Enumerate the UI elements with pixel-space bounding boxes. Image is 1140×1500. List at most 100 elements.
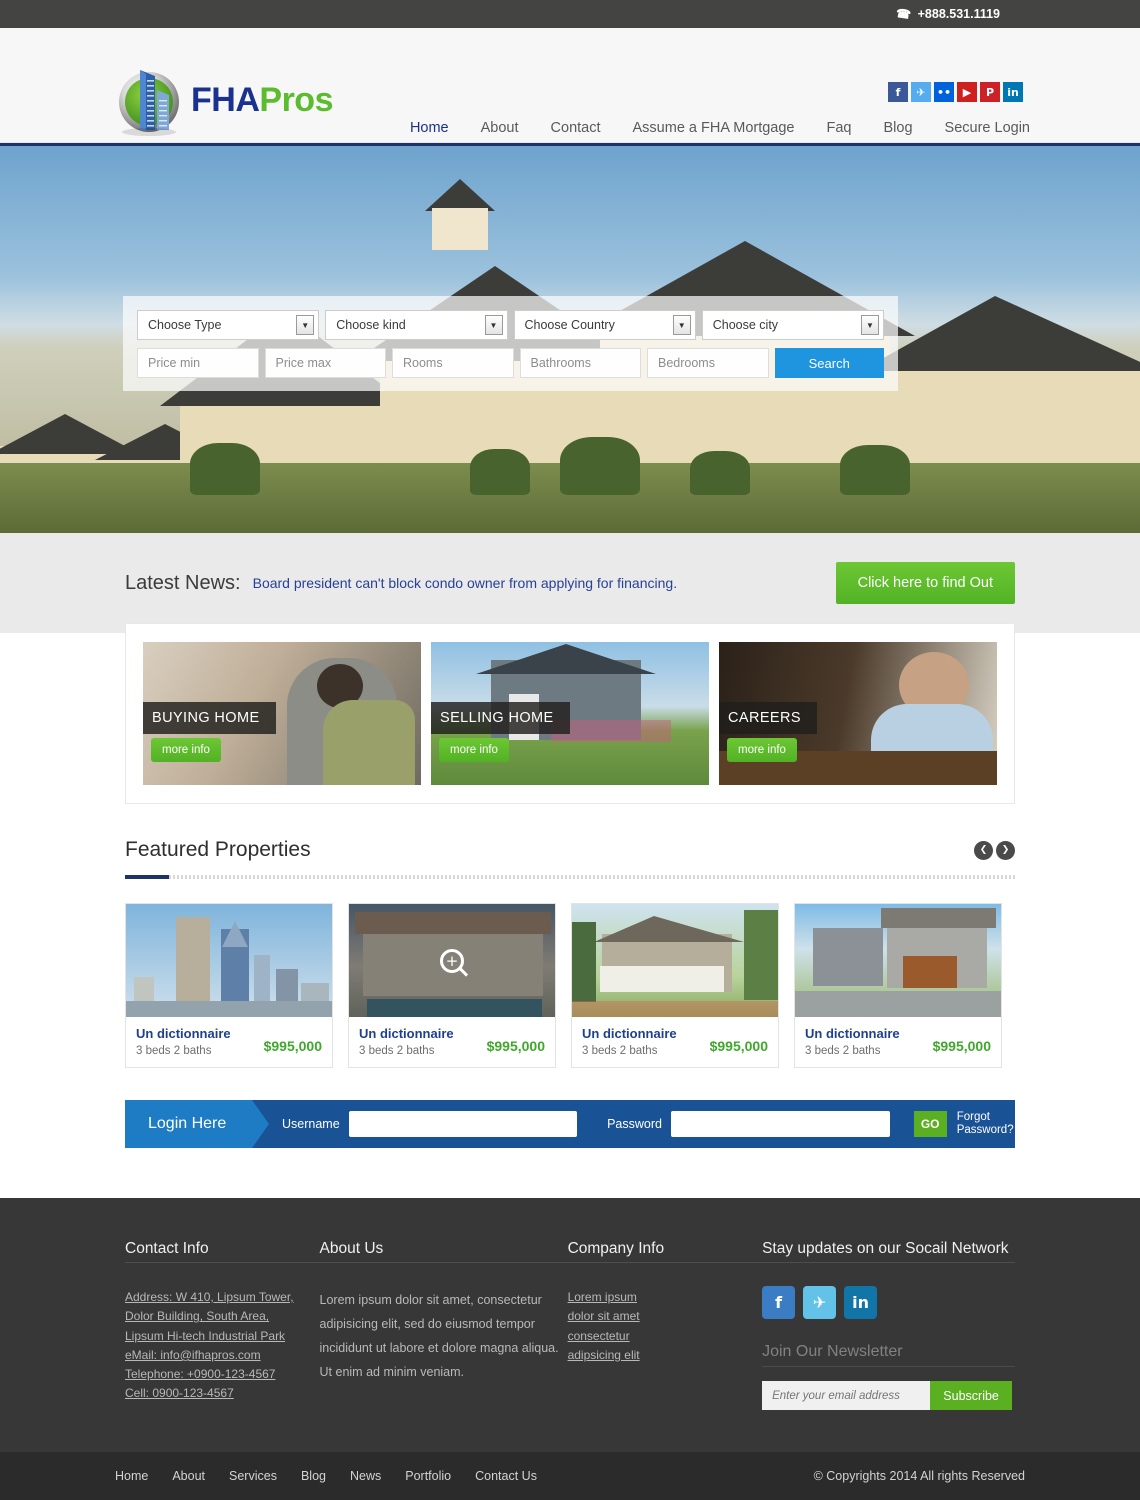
linkedin-icon[interactable]: in [1003, 82, 1023, 102]
find-out-button[interactable]: Click here to find Out [835, 562, 1015, 604]
nav-item-secure-login[interactable]: Secure Login [945, 120, 1030, 136]
facebook-icon[interactable]: f [888, 82, 908, 102]
header-social-links: f ✈ •• ▶ Pin [888, 82, 1023, 102]
select-choose-type[interactable]: Choose Type ▼ [137, 310, 320, 340]
property-card[interactable]: Un dictionnaire 3 beds 2 baths $995,000 [125, 903, 333, 1068]
property-image[interactable] [349, 904, 555, 1017]
property-image[interactable] [126, 904, 332, 1017]
more-info-button[interactable]: more info [439, 738, 509, 762]
company-link[interactable]: adipsicing elit [568, 1346, 763, 1365]
promo-card[interactable]: BUYING HOME more info [143, 642, 421, 785]
bottom-link-about[interactable]: About [172, 1469, 205, 1483]
phone-number: +888.531.1119 [917, 7, 1000, 21]
company-link[interactable]: Lorem ipsum [568, 1288, 763, 1307]
property-card[interactable]: Un dictionnaire 3 beds 2 baths $995,000 [348, 903, 556, 1068]
property-card[interactable]: Un dictionnaire 3 beds 2 baths $995,000 [794, 903, 1002, 1068]
property-image[interactable] [572, 904, 778, 1017]
contact-line[interactable]: Address: W 410, Lipsum Tower, [125, 1288, 320, 1307]
company-link[interactable]: dolor sit amet [568, 1307, 763, 1326]
bottom-link-home[interactable]: Home [115, 1469, 148, 1483]
facebook-icon[interactable]: f [762, 1286, 796, 1319]
input-rooms[interactable]: Rooms [392, 348, 514, 378]
username-label: Username [282, 1117, 340, 1131]
image-hover-overlay[interactable] [349, 904, 555, 1017]
contact-line[interactable]: eMail: info@ifhapros.com [125, 1346, 320, 1365]
company-link[interactable]: consectetur [568, 1327, 763, 1346]
username-input[interactable] [348, 1111, 578, 1137]
footer-bottom-bar: Home About Services Blog News Portfolio Contac… [0, 1452, 1140, 1500]
more-info-button[interactable]: more info [727, 738, 797, 762]
footer-company-title: Company Info [567, 1240, 763, 1266]
nav-item-home[interactable]: Home [410, 120, 449, 136]
password-input[interactable] [670, 1111, 890, 1137]
select-choose-city[interactable]: Choose city ▼ [701, 310, 884, 340]
password-label: Password [607, 1117, 662, 1131]
chevron-left-icon[interactable]: ❮ [974, 840, 993, 860]
property-name[interactable]: Un dictionnaire [359, 1026, 454, 1041]
property-price: $995,000 [486, 1038, 545, 1054]
nav-item-assume-a-fha-mortgage[interactable]: Assume a FHA Mortgage [633, 120, 795, 136]
contact-line[interactable]: Lipsum Hi-tech Industrial Park [125, 1327, 320, 1346]
twitter-icon[interactable]: ✈ [911, 82, 931, 102]
newsletter-title: Join Our Newsletter [762, 1343, 1015, 1367]
select-choose-kind[interactable]: Choose kind ▼ [325, 310, 508, 340]
nav-item-blog[interactable]: Blog [884, 120, 913, 136]
input-price-max[interactable]: Price max [264, 348, 386, 378]
bottom-link-portfolio[interactable]: Portfolio [405, 1469, 451, 1483]
promo-title: CAREERS [719, 702, 817, 734]
property-name[interactable]: Un dictionnaire [805, 1026, 900, 1041]
bottom-link-contact-us[interactable]: Contact Us [475, 1469, 537, 1483]
twitter-icon[interactable]: ✈ [803, 1286, 837, 1319]
footer-contact-column: Contact Info Address: W 410, Lipsum Towe… [125, 1240, 320, 1410]
chevron-right-icon[interactable]: ❯ [996, 840, 1015, 860]
latest-news-label: Latest News: [125, 571, 241, 594]
promo-card[interactable]: SELLING HOME more info [431, 642, 709, 785]
more-info-button[interactable]: more info [151, 738, 221, 762]
pinterest-icon[interactable]: P [980, 82, 1000, 102]
footer-contact-lines: Address: W 410, Lipsum Tower, Dolor Build… [125, 1288, 320, 1404]
youtube-icon[interactable]: ▶ [957, 82, 977, 102]
login-here-label: Login Here [125, 1100, 269, 1148]
latest-news-headline[interactable]: Board president can't block condo owner … [253, 575, 677, 591]
promo-card[interactable]: CAREERS more info [719, 642, 997, 785]
contact-line[interactable]: Dolor Building, South Area, [125, 1307, 320, 1326]
property-details: 3 beds 2 baths [359, 1045, 435, 1057]
login-go-button[interactable]: GO [913, 1111, 947, 1137]
bottom-link-news[interactable]: News [350, 1469, 381, 1483]
contact-line[interactable]: Cell: 0900-123-4567 [125, 1384, 320, 1403]
flickr-icon[interactable]: •• [934, 82, 954, 102]
section-divider [125, 875, 1015, 879]
input-bedrooms[interactable]: Bedrooms [647, 348, 769, 378]
input-price-min[interactable]: Price min [137, 348, 259, 378]
nav-item-faq[interactable]: Faq [827, 120, 852, 136]
select-choose-country[interactable]: Choose Country ▼ [513, 310, 696, 340]
footer-about-title: About Us [319, 1240, 568, 1266]
zoom-in-icon[interactable] [440, 948, 464, 973]
property-price: $995,000 [263, 1038, 322, 1054]
contact-line[interactable]: Telephone: +0900-123-4567 [125, 1365, 320, 1384]
bottom-link-services[interactable]: Services [229, 1469, 277, 1483]
featured-properties-header: Featured Properties ❮ ❯ [125, 838, 1015, 862]
linkedin-icon[interactable]: in [844, 1286, 878, 1319]
property-name[interactable]: Un dictionnaire [136, 1026, 231, 1041]
site-footer: Contact Info Address: W 410, Lipsum Towe… [0, 1198, 1140, 1452]
property-details: 3 beds 2 baths [582, 1045, 658, 1057]
input-bathrooms[interactable]: Bathrooms [519, 348, 641, 378]
forgot-password-link[interactable]: Forgot Password? [957, 1111, 1015, 1137]
search-button[interactable]: Search [774, 348, 884, 378]
main-navigation: Home About Contact Assume a FHA Mortgage Faq… [410, 120, 1030, 136]
fhapros-globe-building-icon [119, 70, 179, 136]
promo-card-panel: BUYING HOME more info SELLING HOME more … [125, 623, 1015, 804]
section-title: Featured Properties [125, 838, 311, 861]
nav-item-contact[interactable]: Contact [551, 120, 601, 136]
subscribe-button[interactable]: Subscribe [930, 1381, 1013, 1410]
newsletter-form: Subscribe [762, 1381, 1013, 1410]
property-card[interactable]: Un dictionnaire 3 beds 2 baths $995,000 [571, 903, 779, 1068]
property-name[interactable]: Un dictionnaire [582, 1026, 677, 1041]
newsletter-email-input[interactable] [762, 1381, 931, 1410]
site-header: FHAPros f ✈ •• ▶ Pin Home About Contact Assume … [0, 28, 1140, 143]
nav-item-about[interactable]: About [481, 120, 519, 136]
property-image[interactable] [795, 904, 1001, 1017]
logo[interactable]: FHAPros [113, 64, 333, 136]
bottom-link-blog[interactable]: Blog [301, 1469, 326, 1483]
